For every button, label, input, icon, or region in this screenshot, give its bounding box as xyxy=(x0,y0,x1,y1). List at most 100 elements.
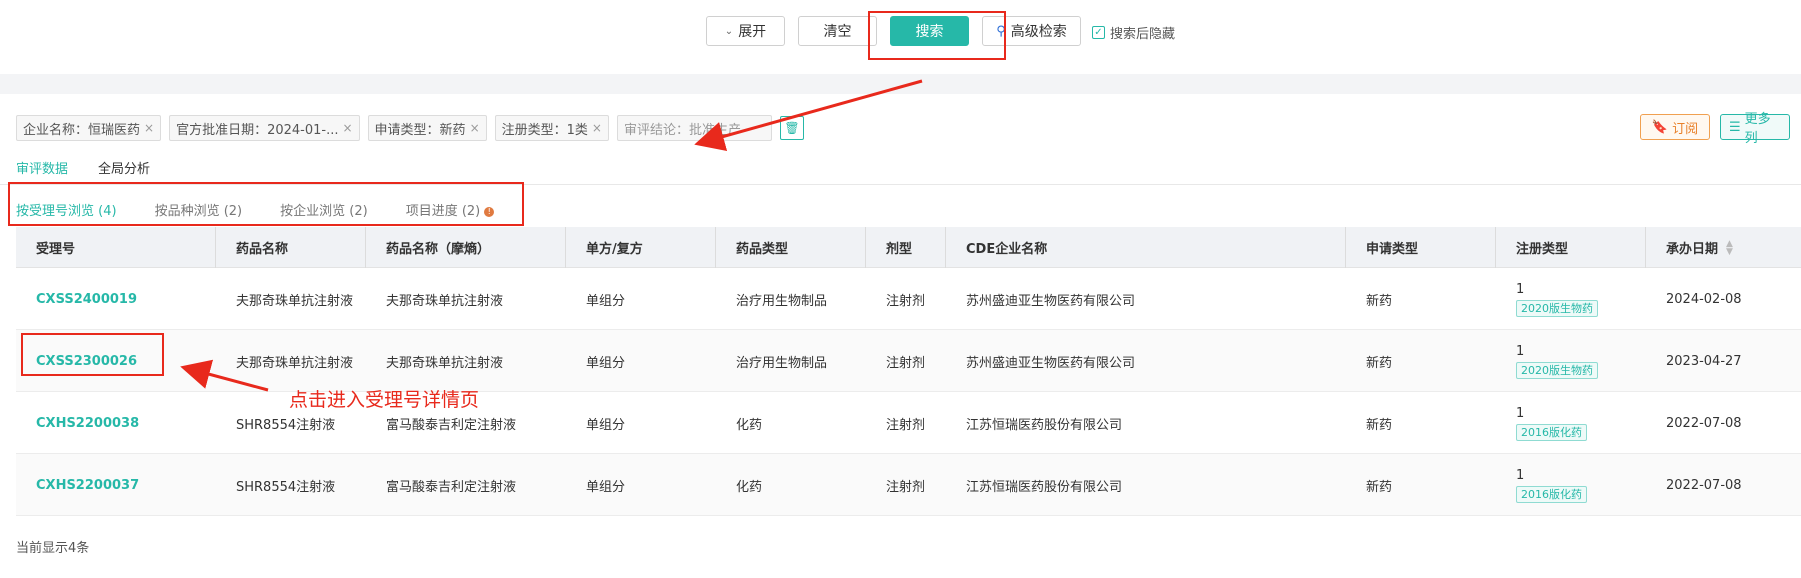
cell-date: 2024-02-08 xyxy=(1666,291,1742,307)
cell-dosage-form: 注射剂 xyxy=(886,355,926,371)
cell-drug-type: 治疗用生物制品 xyxy=(736,355,828,371)
cell-drug-type: 治疗用生物制品 xyxy=(736,293,828,309)
table-body: CXSS2400019 夫那奇珠单抗注射液 夫那奇珠单抗注射液 单组分 治疗用生物制品注… xyxy=(16,268,1801,516)
advanced-search-label: 高级检索 xyxy=(1010,24,1067,40)
col-header-drug-name-moshang[interactable]: 药品名称（摩熵） xyxy=(366,227,566,268)
cell-acceptance-no[interactable]: CXHS2200037 xyxy=(16,454,139,516)
close-icon[interactable]: × xyxy=(470,121,480,135)
cell-acceptance-no[interactable]: CXSS2400019 xyxy=(16,268,137,330)
registration-tag: 2016版化药 xyxy=(1516,423,1587,441)
filter-chip-application-type[interactable]: 申请类型：新药 × xyxy=(367,115,487,141)
col-header-drug-name[interactable]: 药品名称 xyxy=(216,227,366,268)
filter-chip-label: 注册类型：1类 xyxy=(501,122,588,138)
filter-chip-company[interactable]: 企业名称：恒瑞医药 × xyxy=(16,115,162,141)
cell-cde-company: 江苏恒瑞医药股份有限公司 xyxy=(966,479,1123,495)
annotation-highlight-acceptance-no xyxy=(21,333,164,376)
cell-application-type: 新药 xyxy=(1366,293,1393,309)
close-icon[interactable]: × xyxy=(144,121,154,135)
table-row[interactable]: CXHS2200037 SHR8554注射液 富马酸泰吉利定注射液 单组分 化药 注射剂 江… xyxy=(16,454,1801,516)
cell-application-type: 新药 xyxy=(1366,479,1393,495)
cell-cde-company: 苏州盛迪亚生物医药有限公司 xyxy=(966,355,1136,371)
col-header-date-label: 承办日期 xyxy=(1666,242,1719,257)
annotation-highlight-search xyxy=(868,11,1006,60)
cell-drug-name-moshang: 夫那奇珠单抗注射液 xyxy=(386,355,504,371)
cell-drug-name: 夫那奇珠单抗注射液 xyxy=(236,355,354,371)
col-header-registration-type[interactable]: 注册类型 xyxy=(1496,227,1646,268)
col-header-dosage-form[interactable]: 剂型 xyxy=(866,227,946,268)
cell-date: 2022-07-08 xyxy=(1666,415,1742,431)
filter-chip-label: 官方批准日期：2024-01-... xyxy=(176,122,339,138)
col-header-single-compound[interactable]: 单方/复方 xyxy=(566,227,716,268)
clear-button[interactable]: 清空 xyxy=(798,16,877,46)
cell-drug-type: 化药 xyxy=(736,479,763,495)
bookmark-icon: 🔖 xyxy=(1651,119,1669,135)
annotation-text: 点击进入受理号详情页 xyxy=(289,389,480,411)
cell-dosage-form: 注射剂 xyxy=(886,417,926,433)
registration-class: 1 xyxy=(1516,343,1525,359)
expand-label: 展开 xyxy=(738,24,767,40)
close-icon[interactable]: × xyxy=(342,121,352,135)
registration-class: 1 xyxy=(1516,281,1525,297)
more-columns-label: 更多列 xyxy=(1744,112,1771,146)
table-row[interactable]: CXSS2400019 夫那奇珠单抗注射液 夫那奇珠单抗注射液 单组分 治疗用生物制品 注… xyxy=(16,268,1801,330)
filter-chip-approval-date[interactable]: 官方批准日期：2024-01-... × xyxy=(169,115,360,141)
cell-application-type: 新药 xyxy=(1366,417,1393,433)
cell-registration-type: 1 2020版生物药 xyxy=(1496,268,1598,330)
cell-registration-type: 1 2016版化药 xyxy=(1496,392,1587,454)
registration-class: 1 xyxy=(1516,467,1525,483)
cell-single-compound: 单组分 xyxy=(586,417,626,433)
cell-cde-company: 江苏恒瑞医药股份有限公司 xyxy=(966,417,1123,433)
annotation-highlight-browse-tabs xyxy=(8,182,524,226)
cell-registration-type: 1 2020版生物药 xyxy=(1496,330,1598,392)
expand-button[interactable]: ⌄ 展开 xyxy=(706,16,785,46)
cell-drug-name: SHR8554注射液 xyxy=(236,479,336,495)
cell-acceptance-no[interactable]: CXHS2200038 xyxy=(16,392,139,454)
col-header-acceptance-no[interactable]: 受理号 xyxy=(16,227,216,268)
clear-label: 清空 xyxy=(823,24,852,40)
clear-filters-button[interactable]: 🗑 xyxy=(779,116,804,140)
cell-cde-company: 苏州盛迪亚生物医药有限公司 xyxy=(966,293,1136,309)
cell-single-compound: 单组分 xyxy=(586,355,626,371)
sort-icon[interactable]: ▲ ▼ xyxy=(1726,239,1733,256)
table-row[interactable]: CXSS2300026 夫那奇珠单抗注射液 夫那奇珠单抗注射液 单组分 治疗用生物制品注… xyxy=(16,330,1801,392)
cell-single-compound: 单组分 xyxy=(586,479,626,495)
col-header-cde-company[interactable]: CDE企业名称 xyxy=(946,227,1346,268)
cell-dosage-form: 注射剂 xyxy=(886,479,926,495)
tab-review-data[interactable]: 审评数据 xyxy=(16,158,68,177)
active-filters: 企业名称：恒瑞医药 × 官方批准日期：2024-01-... × 申请类型：新药… xyxy=(16,114,804,142)
filter-chip-label: 申请类型：新药 xyxy=(374,122,466,138)
cell-drug-name-moshang: 富马酸泰吉利定注射液 xyxy=(386,479,517,495)
cell-drug-name-moshang: 夫那奇珠单抗注射液 xyxy=(386,293,504,309)
view-tabs: 审评数据 全局分析 xyxy=(16,158,150,177)
table-header: 受理号 药品名称 药品名称（摩熵） 单方/复方 药品类型 剂型 CDE企业名称 … xyxy=(16,227,1801,268)
col-header-date[interactable]: 承办日期 ▲ ▼ xyxy=(1646,227,1801,268)
checkbox-checked-icon[interactable]: ✓ xyxy=(1092,25,1105,39)
registration-class: 1 xyxy=(1516,405,1525,421)
registration-tag: 2016版化药 xyxy=(1516,485,1587,503)
table-row[interactable]: CXHS2200038 SHR8554注射液 富马酸泰吉利定注射液 单组分 化药 注射剂江… xyxy=(16,392,1801,454)
hide-after-search-toggle[interactable]: ✓ 搜索后隐藏 xyxy=(1092,22,1175,42)
cell-single-compound: 单组分 xyxy=(586,293,626,309)
subscribe-label: 订阅 xyxy=(1672,121,1699,137)
col-header-application-type[interactable]: 申请类型 xyxy=(1346,227,1496,268)
filter-chip-label: 企业名称：恒瑞医药 xyxy=(23,122,141,138)
list-icon: ☰ xyxy=(1729,119,1741,135)
col-header-drug-type[interactable]: 药品类型 xyxy=(716,227,866,268)
registration-tag: 2020版生物药 xyxy=(1516,299,1598,317)
trash-icon: 🗑 xyxy=(784,121,800,135)
hide-after-search-label: 搜索后隐藏 xyxy=(1110,26,1176,42)
filter-chip-label: 审评结论：批准生产 xyxy=(623,122,741,138)
filter-chip-registration-type[interactable]: 注册类型：1类 × xyxy=(494,115,609,141)
close-icon[interactable]: × xyxy=(592,121,602,135)
cell-date: 2022-07-08 xyxy=(1666,477,1742,493)
more-columns-button[interactable]: ☰ 更多列 xyxy=(1720,112,1790,146)
registration-tag: 2020版生物药 xyxy=(1516,361,1598,379)
filter-chip-review-conclusion[interactable]: 审评结论：批准生产 xyxy=(616,115,772,141)
cell-registration-type: 1 2016版化药 xyxy=(1496,454,1587,516)
cell-application-type: 新药 xyxy=(1366,355,1393,371)
result-count: 当前显示4条 xyxy=(16,541,90,556)
cell-date: 2023-04-27 xyxy=(1666,353,1742,369)
cell-dosage-form: 注射剂 xyxy=(886,293,926,309)
subscribe-button[interactable]: 🔖 订阅 xyxy=(1640,114,1710,140)
tab-global-analysis[interactable]: 全局分析 xyxy=(98,158,150,177)
